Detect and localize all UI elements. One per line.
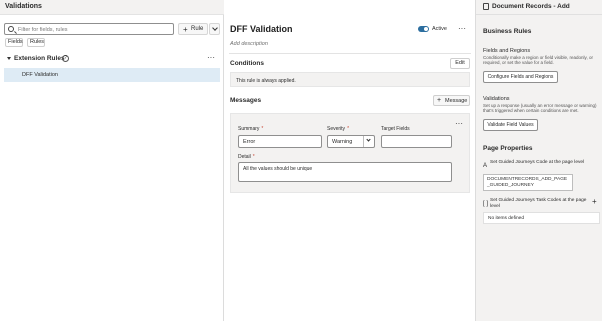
right-title: Document Records - Add: [492, 3, 570, 10]
task-codes-list: No items defined: [483, 212, 600, 224]
rule-editor: DFF Validation Active ··· Add descriptio…: [225, 0, 475, 321]
summary-label: Summary *: [238, 126, 264, 132]
validations-header: Validations: [0, 0, 224, 15]
more-icon[interactable]: ···: [455, 119, 463, 128]
help-icon[interactable]: ?: [62, 55, 69, 62]
configure-fields-button[interactable]: Configure Fields and Regions: [483, 71, 558, 83]
validations-desc: Set up a response (usually an error mess…: [483, 103, 597, 113]
text-icon: A: [483, 163, 488, 169]
search-icon: [8, 26, 14, 32]
add-description-link[interactable]: Add description: [230, 41, 268, 47]
fields-regions-desc: Conditionally make a region or field vis…: [483, 55, 593, 65]
add-rule-label: Rule: [191, 26, 204, 32]
severity-value: Warning: [332, 139, 353, 145]
add-task-code-icon[interactable]: +: [592, 197, 597, 206]
target-fields-field[interactable]: [381, 135, 452, 148]
rule-title: DFF Validation: [230, 24, 293, 34]
rule-menu-button[interactable]: [209, 23, 220, 35]
add-rule-button[interactable]: + Rule: [178, 23, 208, 35]
panel-title: Validations: [5, 3, 42, 10]
detail-label: Detail *: [238, 154, 255, 160]
fields-regions-title: Fields and Regions: [483, 48, 531, 54]
guided-journey-label: Set Guided Journeys Code at the page lev…: [490, 160, 585, 165]
edit-button[interactable]: Edit: [450, 58, 470, 69]
validations-title: Validations: [483, 96, 510, 102]
more-icon[interactable]: ···: [458, 24, 466, 33]
severity-select[interactable]: Warning: [327, 135, 375, 148]
business-rules-heading: Business Rules: [483, 28, 532, 35]
severity-label: Severity *: [327, 126, 350, 132]
conditions-heading: Conditions: [230, 60, 264, 67]
search-field[interactable]: [4, 23, 174, 35]
validate-field-values-button[interactable]: Validate Field Values: [483, 119, 538, 131]
target-fields-label: Target Fields: [381, 126, 410, 132]
guided-journey-field[interactable]: DOCUMENTRECORDS_ADD_PAGE_GUIDED_JOURNEY: [483, 174, 573, 191]
conditions-box: This rule is always applied.: [230, 72, 470, 87]
chevron-down-icon: [212, 25, 218, 31]
chevron-down-icon: [366, 137, 371, 142]
document-icon: [483, 3, 489, 10]
rule-list-item[interactable]: DFF Validation: [4, 68, 220, 82]
document-records-panel: Document Records - Add Business Rules Fi…: [475, 0, 602, 321]
right-header: Document Records - Add: [476, 0, 602, 15]
brackets-icon: [ ]: [483, 201, 489, 207]
more-icon[interactable]: ···: [207, 53, 215, 62]
collapse-caret-icon[interactable]: [7, 57, 11, 60]
active-label: Active: [432, 26, 447, 32]
messages-heading: Messages: [230, 97, 262, 104]
rule-list-item-label: DFF Validation: [22, 72, 58, 78]
add-message-label: Message: [445, 98, 468, 104]
message-card: ··· Summary * Severity * Target Fields Err…: [230, 113, 470, 193]
condition-text: This rule is always applied.: [236, 78, 296, 84]
add-message-button[interactable]: + Message: [433, 95, 470, 106]
page-properties-heading: Page Properties: [483, 145, 533, 152]
active-toggle[interactable]: [418, 26, 429, 32]
extension-rules-group[interactable]: Extension Rules ? ···: [0, 53, 222, 65]
filter-chip-fields[interactable]: Fields: [5, 38, 23, 47]
summary-field[interactable]: Error: [238, 135, 322, 148]
divider: [363, 136, 364, 147]
validations-panel: Validations + Rule Fields Rules Extensio…: [0, 0, 224, 321]
extension-rules-label: Extension Rules: [14, 55, 65, 62]
search-input[interactable]: [18, 25, 168, 34]
filter-chip-rules[interactable]: Rules: [27, 38, 45, 47]
divider: [229, 53, 471, 54]
plus-icon: +: [437, 97, 442, 104]
detail-field[interactable]: All the values should be unique: [238, 162, 452, 182]
plus-icon: +: [183, 25, 188, 34]
task-codes-label: Set Guided Journeys Task Codes at the pa…: [490, 198, 587, 209]
